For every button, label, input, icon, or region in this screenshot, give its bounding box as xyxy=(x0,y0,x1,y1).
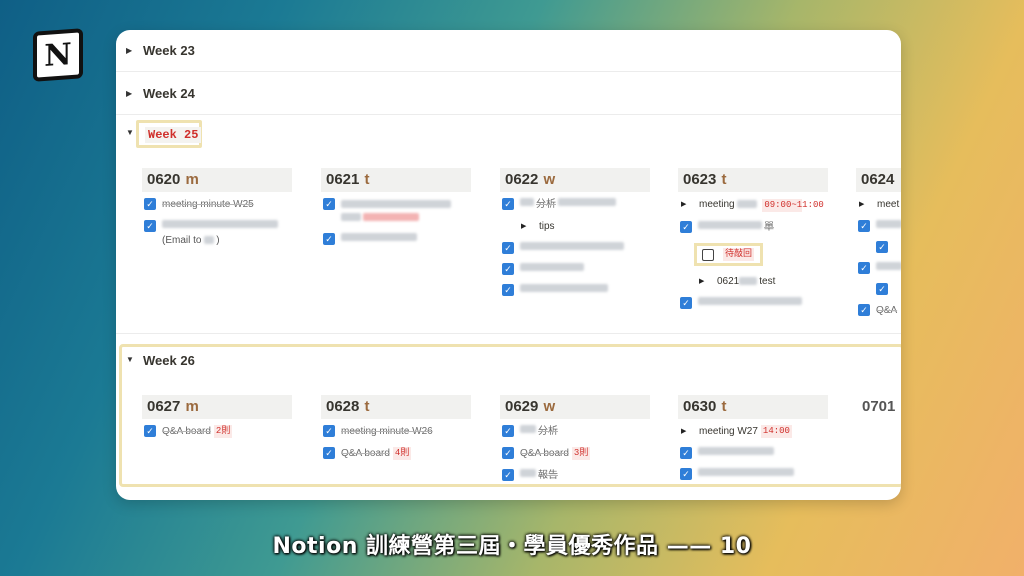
toggle-right-icon[interactable]: ▶ xyxy=(859,198,871,211)
checkbox-checked-icon[interactable]: ✓ xyxy=(680,297,692,309)
checkbox-checked-icon[interactable]: ✓ xyxy=(680,221,692,233)
checkbox-checked-icon[interactable]: ✓ xyxy=(680,447,692,459)
todo-item[interactable]: ✓ xyxy=(321,233,471,245)
todo-item[interactable]: ✓ xyxy=(856,220,901,232)
toggle-right-icon[interactable]: ▶ xyxy=(681,425,693,438)
checkbox-checked-icon[interactable]: ✓ xyxy=(502,198,514,210)
day-column-0623: 0623 t ▶ meeting 09:00~11:00 ✓ 單 待敲回 ▶ 0621… xyxy=(678,168,828,318)
day-column-0621: 0621 t ✓ ✓ xyxy=(321,168,471,254)
todo-item[interactable]: ✓ meeting minute W26 xyxy=(321,425,471,438)
checkbox-checked-icon[interactable]: ✓ xyxy=(858,304,870,316)
toggle-item[interactable]: ▶ meeting W27 14:00 xyxy=(678,425,828,438)
checkbox-checked-icon[interactable]: ✓ xyxy=(323,233,335,245)
todo-item[interactable]: ✓ 分析 xyxy=(500,425,650,438)
checkbox-checked-icon[interactable]: ✓ xyxy=(323,447,335,459)
toggle-right-icon[interactable]: ▶ xyxy=(681,198,693,211)
checkbox-checked-icon[interactable]: ✓ xyxy=(144,220,156,232)
week-title[interactable]: Week 25 xyxy=(145,127,202,143)
checkbox-checked-icon[interactable]: ✓ xyxy=(502,263,514,275)
divider xyxy=(116,333,901,334)
toggle-down-icon[interactable]: ▼ xyxy=(126,128,134,137)
todo-item[interactable]: ✓ xyxy=(678,468,828,480)
day-header: 0629 w xyxy=(500,395,650,419)
checkbox-checked-icon[interactable]: ✓ xyxy=(502,425,514,437)
todo-item[interactable]: ✓ xyxy=(142,220,292,232)
todo-item[interactable]: ✓ Q&A xyxy=(856,304,901,317)
checkbox-checked-icon[interactable]: ✓ xyxy=(502,242,514,254)
highlight-box: 待敲回 xyxy=(694,243,764,266)
checkbox-checked-icon[interactable]: ✓ xyxy=(858,262,870,274)
day-column-0624: 0624 ▶ meet ✓ ✓ ✓ ✓ ✓ Q&A xyxy=(856,168,901,326)
toggle-week-24[interactable]: ▶ Week 24 xyxy=(116,73,901,115)
checkbox-checked-icon[interactable]: ✓ xyxy=(144,198,156,210)
week-title: Week 24 xyxy=(143,86,195,101)
todo-note: (Email to ) xyxy=(162,235,220,246)
day-header: 0627 m xyxy=(142,395,292,419)
day-header: 0622 w xyxy=(500,168,650,192)
day-column-0701: 0701 xyxy=(862,395,901,425)
toggle-item[interactable]: ▶ meet xyxy=(856,198,901,211)
todo-item[interactable]: ✓ xyxy=(678,297,828,309)
toggle-down-icon[interactable]: ▼ xyxy=(126,355,134,364)
todo-item[interactable]: ✓ 單 xyxy=(678,221,828,234)
toggle-right-icon[interactable]: ▶ xyxy=(699,275,711,288)
day-column-0627: 0627 m ✓ Q&A board 2則 xyxy=(142,395,292,447)
blurred-text xyxy=(162,220,278,228)
todo-item[interactable]: ✓ xyxy=(500,284,650,296)
todo-item[interactable]: ✓ xyxy=(856,241,901,253)
day-header: 0623 t xyxy=(678,168,828,192)
week-title[interactable]: Week 26 xyxy=(143,353,195,368)
todo-item[interactable]: ✓ Q&A board 2則 xyxy=(142,425,292,438)
checkbox-checked-icon[interactable]: ✓ xyxy=(502,447,514,459)
toggle-item[interactable]: ▶ 0621 test xyxy=(678,275,828,288)
toggle-right-icon[interactable]: ▶ xyxy=(126,46,132,55)
todo-item[interactable]: ✓ xyxy=(500,263,650,275)
toggle-item[interactable]: ▶ tips xyxy=(500,220,650,233)
checkbox-checked-icon[interactable]: ✓ xyxy=(680,468,692,480)
checkbox-checked-icon[interactable]: ✓ xyxy=(876,283,888,295)
day-column-0622: 0622 w ✓ 分析 ▶ tips ✓ ✓ ✓ xyxy=(500,168,650,305)
todo-item[interactable]: ✓ meeting minute W25 xyxy=(142,198,292,211)
todo-item[interactable]: ✓ xyxy=(856,262,901,274)
day-header: 0620 m xyxy=(142,168,292,192)
todo-item[interactable]: ✓ Q&A board 3則 xyxy=(500,447,650,460)
video-caption: Notion 訓練營第三屆・學員優秀作品 —— 10 xyxy=(272,534,752,559)
notion-page: ▶ Week 23 ▶ Week 24 ▼ Week 25 0620 m ✓ me… xyxy=(116,30,901,500)
day-column-0629: 0629 w ✓ 分析 ✓ Q&A board 3則 ✓ 報告 xyxy=(500,395,650,491)
notion-logo-icon: N xyxy=(33,28,83,82)
day-header: 0701 xyxy=(862,398,896,415)
day-header: 0630 t xyxy=(678,395,828,419)
checkbox-empty-icon[interactable] xyxy=(702,248,714,261)
day-header: 0624 xyxy=(856,168,901,192)
toggle-right-icon[interactable]: ▶ xyxy=(126,89,132,98)
todo-item[interactable]: ✓ xyxy=(321,198,471,224)
todo-item-pending[interactable]: 待敲回 xyxy=(678,243,828,266)
day-column-0620: 0620 m ✓ meeting minute W25 ✓ (Email to ) xyxy=(142,168,292,255)
todo-item[interactable]: ✓ Q&A board 4則 xyxy=(321,447,471,460)
checkbox-checked-icon[interactable]: ✓ xyxy=(323,198,335,210)
checkbox-checked-icon[interactable]: ✓ xyxy=(858,220,870,232)
checkbox-checked-icon[interactable]: ✓ xyxy=(502,469,514,481)
day-header: 0621 t xyxy=(321,168,471,192)
blurred-text xyxy=(341,233,417,241)
toggle-item[interactable]: ▶ meeting 09:00~11:00 xyxy=(678,198,828,212)
day-column-0630: 0630 t ▶ meeting W27 14:00 ✓ ✓ xyxy=(678,395,828,489)
todo-item[interactable]: ✓ xyxy=(856,283,901,295)
checkbox-checked-icon[interactable]: ✓ xyxy=(502,284,514,296)
day-header: 0628 t xyxy=(321,395,471,419)
todo-item[interactable]: ✓ xyxy=(500,242,650,254)
day-column-0628: 0628 t ✓ meeting minute W26 ✓ Q&A board 4則 xyxy=(321,395,471,469)
todo-item[interactable]: ✓ xyxy=(678,447,828,459)
checkbox-checked-icon[interactable]: ✓ xyxy=(144,425,156,437)
toggle-week-23[interactable]: ▶ Week 23 xyxy=(116,30,901,72)
toggle-right-icon[interactable]: ▶ xyxy=(521,220,533,233)
checkbox-checked-icon[interactable]: ✓ xyxy=(323,425,335,437)
todo-item[interactable]: ✓ 分析 xyxy=(500,198,650,211)
todo-item[interactable]: ✓ 報告 xyxy=(500,469,650,482)
checkbox-checked-icon[interactable]: ✓ xyxy=(876,241,888,253)
week-title: Week 23 xyxy=(143,43,195,58)
